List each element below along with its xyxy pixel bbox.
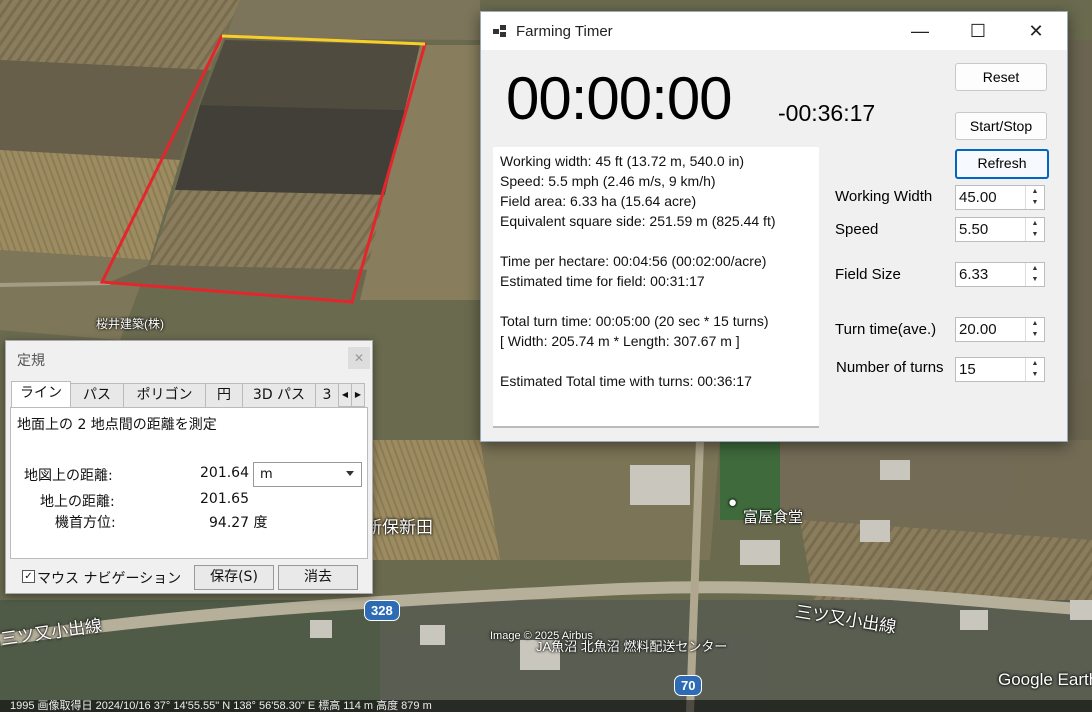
- app-icon: [493, 25, 507, 38]
- mouse-navigation-checkbox[interactable]: ✓: [22, 570, 35, 583]
- ruler-description: 地面上の 2 地点間の距離を測定: [17, 417, 217, 433]
- speed-input[interactable]: 5.50 ▲ ▼: [955, 217, 1045, 242]
- info-line: Estimated time for field: 00:31:17: [500, 273, 705, 289]
- map-status-text: 1995 画像取得日 2024/10/16 37° 14'55.55" N 13…: [10, 700, 432, 712]
- ruler-dialog: 定規 ✕ ライン パス ポリゴン 円 3D パス 3 ◀ ▶ 地面上の 2 地点…: [5, 340, 373, 594]
- map-label-company: 桜井建築(株): [96, 317, 164, 331]
- tab-scroll-right-icon[interactable]: ▶: [351, 383, 365, 407]
- minimize-icon: —: [911, 21, 929, 41]
- number-of-turns-input[interactable]: 15 ▲ ▼: [955, 357, 1045, 382]
- map-distance-label: 地図上の距離:: [24, 468, 113, 484]
- close-button[interactable]: ✕: [1007, 12, 1065, 50]
- info-line: Total turn time: 00:05:00 (20 sec * 15 t…: [500, 313, 769, 329]
- info-line: [500, 231, 819, 251]
- field-size-input[interactable]: 6.33 ▲ ▼: [955, 262, 1045, 287]
- ruler-tabs: ライン パス ポリゴン 円 3D パス 3 ◀ ▶: [11, 381, 365, 409]
- tab-polygon[interactable]: ポリゴン: [123, 383, 206, 407]
- reset-button[interactable]: Reset: [955, 63, 1047, 91]
- spin-up-icon[interactable]: ▲: [1026, 263, 1044, 274]
- google-earth-logo: Google Earth: [998, 670, 1092, 689]
- ruler-close-button[interactable]: ✕: [348, 347, 370, 369]
- spin-down-icon[interactable]: ▼: [1026, 369, 1044, 380]
- info-line: Time per hectare: 00:04:56 (00:02:00/acr…: [500, 253, 767, 269]
- window-title: Farming Timer: [516, 23, 613, 40]
- info-line: [500, 291, 819, 311]
- working-width-label: Working Width: [835, 188, 933, 205]
- tab-scroll-left-icon[interactable]: ◀: [338, 383, 352, 407]
- number-of-turns-label: Number of turns: [836, 359, 944, 376]
- ground-distance-label: 地上の距離:: [40, 494, 115, 510]
- map-status-bar: 1995 画像取得日 2024/10/16 37° 14'55.55" N 13…: [0, 700, 1092, 712]
- map-distance-value: 201.64: [200, 465, 249, 481]
- ground-distance-value: 201.65: [200, 491, 249, 507]
- speed-label: Speed: [835, 221, 879, 238]
- farming-timer-window: Farming Timer — ☐ ✕ 00:00:00 -00:36:17 R…: [480, 11, 1068, 442]
- minimize-button[interactable]: —: [891, 12, 949, 50]
- spin-up-icon[interactable]: ▲: [1026, 218, 1044, 229]
- route-badge-328: 328: [364, 600, 400, 621]
- map-pin-icon[interactable]: ●: [728, 494, 737, 511]
- maximize-icon: ☐: [969, 21, 987, 41]
- spin-down-icon[interactable]: ▼: [1026, 197, 1044, 208]
- unit-select[interactable]: m: [253, 462, 362, 487]
- spin-up-icon[interactable]: ▲: [1026, 186, 1044, 197]
- clear-button[interactable]: 消去: [278, 565, 358, 590]
- info-line: Speed: 5.5 mph (2.46 m/s, 9 km/h): [500, 173, 716, 189]
- info-line: Estimated Total time with turns: 00:36:1…: [500, 373, 752, 389]
- close-icon: ✕: [353, 351, 365, 365]
- field-size-value: 6.33: [959, 266, 989, 283]
- map-label-area: 新保新田: [365, 518, 433, 537]
- refresh-button[interactable]: Refresh: [955, 149, 1049, 179]
- working-width-value: 45.00: [959, 189, 997, 206]
- elapsed-timer: 00:00:00: [506, 65, 733, 132]
- tab-3d-polygon[interactable]: 3: [315, 383, 339, 407]
- info-line: [500, 351, 819, 371]
- info-line: [ Width: 205.74 m * Length: 307.67 m ]: [500, 333, 740, 349]
- tab-circle[interactable]: 円: [205, 383, 243, 407]
- map-copyright: Image © 2025 Airbus: [490, 630, 593, 642]
- close-icon: ✕: [1028, 21, 1044, 41]
- maximize-button[interactable]: ☐: [949, 12, 1007, 50]
- save-button[interactable]: 保存(S): [194, 565, 274, 590]
- remaining-timer: -00:36:17: [778, 100, 876, 126]
- tab-line[interactable]: ライン: [11, 381, 71, 409]
- heading-value: 94.27 度: [209, 515, 268, 531]
- start-stop-button[interactable]: Start/Stop: [955, 112, 1047, 140]
- info-line: Field area: 6.33 ha (15.64 acre): [500, 193, 697, 209]
- spin-down-icon[interactable]: ▼: [1026, 229, 1044, 240]
- turn-time-label: Turn time(ave.): [835, 321, 937, 338]
- heading-label: 機首方位:: [55, 515, 116, 531]
- working-width-input[interactable]: 45.00 ▲ ▼: [955, 185, 1045, 210]
- speed-value: 5.50: [959, 221, 989, 238]
- spin-up-icon[interactable]: ▲: [1026, 318, 1044, 329]
- info-line: Working width: 45 ft (13.72 m, 540.0 in): [500, 153, 745, 169]
- tab-path[interactable]: パス: [70, 383, 124, 407]
- title-bar[interactable]: Farming Timer — ☐ ✕: [481, 12, 1067, 50]
- chevron-down-icon: [346, 471, 354, 476]
- field-size-label: Field Size: [835, 266, 901, 283]
- unit-select-value: m: [260, 467, 273, 482]
- turn-time-value: 20.00: [959, 321, 997, 338]
- results-textbox[interactable]: Working width: 45 ft (13.72 m, 540.0 in)…: [493, 147, 819, 428]
- mouse-navigation-label: マウス ナビゲーション: [37, 571, 182, 587]
- spin-up-icon[interactable]: ▲: [1026, 358, 1044, 369]
- route-badge-70: 70: [674, 675, 703, 696]
- spin-down-icon[interactable]: ▼: [1026, 274, 1044, 285]
- tab-3d-path[interactable]: 3D パス: [242, 383, 316, 407]
- map-label-restaurant: 富屋食堂: [743, 509, 804, 526]
- turn-time-input[interactable]: 20.00 ▲ ▼: [955, 317, 1045, 342]
- info-line: Equivalent square side: 251.59 m (825.44…: [500, 213, 776, 229]
- number-of-turns-value: 15: [959, 361, 976, 378]
- spin-down-icon[interactable]: ▼: [1026, 329, 1044, 340]
- ruler-title: 定規: [17, 353, 45, 369]
